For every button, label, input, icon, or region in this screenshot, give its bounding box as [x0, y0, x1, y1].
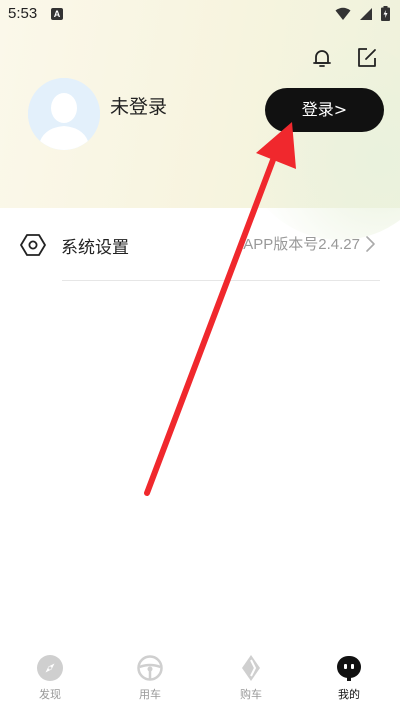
- status-time: 5:53: [8, 5, 38, 22]
- settings-icon: [20, 234, 46, 256]
- profile-screen: 5:53 A 未登录 登录> 系统设置 APP版本号2.4.27 发现 用车 购…: [0, 0, 400, 710]
- steering-wheel-icon: [137, 655, 163, 681]
- app-version: APP版本号2.4.27: [243, 236, 360, 253]
- nav-item-mine[interactable]: 我的: [314, 654, 384, 708]
- battery-icon: [381, 6, 390, 21]
- divider: [62, 280, 380, 281]
- diamond-icon: [242, 655, 260, 681]
- edit-icon[interactable]: [355, 46, 379, 70]
- signal-icon: [360, 7, 372, 20]
- avatar[interactable]: [28, 78, 100, 150]
- robot-face-icon: [337, 656, 361, 681]
- login-button[interactable]: 登录>: [265, 88, 384, 132]
- chevron-right-icon: [366, 236, 375, 252]
- nav-label: 购车: [240, 688, 262, 701]
- nav-item-buy-car[interactable]: 购车: [216, 654, 286, 708]
- notification-icon: A: [51, 8, 63, 20]
- compass-icon: [37, 655, 63, 681]
- nav-label: 发现: [39, 688, 61, 701]
- nav-label: 我的: [338, 688, 360, 701]
- bell-icon[interactable]: [310, 46, 334, 70]
- settings-label: 系统设置: [61, 238, 129, 258]
- settings-row[interactable]: 系统设置 APP版本号2.4.27: [0, 208, 400, 280]
- nav-item-discover[interactable]: 发现: [15, 654, 85, 708]
- wifi-icon: [335, 7, 351, 20]
- status-indicators: [335, 6, 390, 21]
- nav-label: 用车: [139, 688, 161, 701]
- nav-item-use-car[interactable]: 用车: [115, 654, 185, 708]
- default-user-icon: [28, 78, 100, 150]
- status-bar: 5:53 A: [0, 0, 400, 28]
- user-name[interactable]: 未登录: [110, 92, 167, 119]
- bottom-nav: 发现 用车 购车 我的: [0, 650, 400, 710]
